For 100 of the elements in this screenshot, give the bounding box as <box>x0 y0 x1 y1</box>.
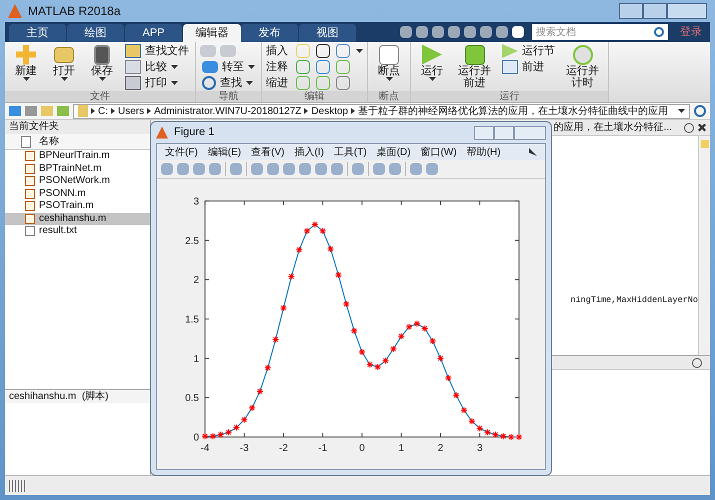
breadcrumb-item[interactable]: Users <box>118 104 144 118</box>
breadcrumb-arrow-icon <box>304 108 308 114</box>
breadcrumb-arrow-icon <box>91 108 95 114</box>
minimize-button[interactable] <box>619 3 643 19</box>
ribbon-tab[interactable]: 编辑器 <box>183 24 241 42</box>
data-marker <box>358 348 366 356</box>
tick-label: 2 <box>438 443 444 454</box>
ribbon-label[interactable]: 缩进 <box>266 74 290 92</box>
ribbon-button[interactable]: 运行并计时 <box>561 44 604 89</box>
ribbon-tab[interactable]: 视图 <box>299 24 357 42</box>
search-icon <box>654 27 664 37</box>
file-item[interactable]: result.txt <box>5 225 150 238</box>
matlab-logo-icon <box>156 126 168 138</box>
data-marker <box>390 345 397 352</box>
data-marker <box>272 336 280 343</box>
file-icon <box>21 136 31 148</box>
ribbon-tab[interactable]: 绘图 <box>67 24 125 42</box>
data-marker <box>452 392 460 399</box>
tick-label: 1 <box>193 354 199 365</box>
tick-label: 2 <box>193 275 199 286</box>
address-field[interactable]: C: Users Administrator.WIN7U-20180127Z Desktop 基于粒子群的神经网络优化算法的应用，在土壤水分特征曲线中的应用 <box>73 104 690 118</box>
ribbon-button[interactable]: 断点 <box>372 44 406 81</box>
breadcrumb-arrow-icon <box>351 108 356 114</box>
ribbon-tab[interactable]: 主页 <box>9 24 67 42</box>
ribbon-button[interactable]: 保存 <box>85 44 119 81</box>
text-file-icon <box>25 226 35 236</box>
data-marker <box>288 273 295 280</box>
menu-item[interactable]: 文件(F) <box>165 144 198 160</box>
caret-icon <box>678 109 685 113</box>
tick-label: 3 <box>193 196 199 208</box>
menu-item[interactable]: 桌面(D) <box>376 144 411 160</box>
window-title: MATLAB R2018a <box>28 3 120 20</box>
script-file-icon <box>25 214 35 224</box>
menu-item[interactable]: 帮助(H) <box>466 144 501 160</box>
ribbon-button[interactable]: 前进 <box>500 60 557 74</box>
data-marker <box>437 354 444 362</box>
close-button[interactable] <box>514 126 546 140</box>
data-marker <box>398 332 405 340</box>
menu-item[interactable]: 编辑(E) <box>208 144 242 160</box>
file-item[interactable]: ceshihanshu.m <box>5 212 150 225</box>
search-field[interactable]: 搜索文档 <box>532 24 654 40</box>
file-details: ceshihanshu.m (脚本) <box>5 389 150 403</box>
matlab-logo-icon <box>8 4 22 18</box>
ribbon-button[interactable]: 打印 <box>123 76 191 90</box>
group-label: 编辑 <box>262 91 367 102</box>
ribbon-label[interactable]: 注释 <box>266 58 290 76</box>
breadcrumb-item[interactable]: Desktop <box>311 104 348 118</box>
editor-title: 的应用，在土壤水分特征... <box>554 120 672 135</box>
file-item[interactable]: BPNeurlTrain.m <box>5 150 150 162</box>
tick-label: 2.5 <box>185 236 199 247</box>
maximize-button[interactable] <box>494 126 514 140</box>
close-icon[interactable] <box>698 124 706 132</box>
ribbon-tab[interactable]: APP <box>125 24 183 42</box>
ribbon-button[interactable]: 查找文件 <box>123 44 191 58</box>
ribbon-tab[interactable]: 发布 <box>241 24 299 42</box>
menu-item[interactable]: 窗口(W) <box>420 144 457 160</box>
ribbon-label[interactable]: 插入 <box>266 42 290 60</box>
tick-label: -2 <box>279 443 288 454</box>
data-marker <box>429 338 436 345</box>
breadcrumb-item[interactable]: Administrator.WIN7U-20180127Z <box>154 104 302 118</box>
data-marker <box>264 364 272 372</box>
data-marker <box>350 327 358 334</box>
search-icon[interactable] <box>694 105 706 117</box>
tick-label: -1 <box>318 443 328 454</box>
ribbon-button[interactable]: 转至 <box>200 60 257 74</box>
tick-label: 3 <box>476 443 483 454</box>
ribbon-button[interactable]: 运行并前进 <box>453 44 496 89</box>
ribbon-button[interactable]: 新建 <box>9 44 43 81</box>
data-marker <box>296 246 303 254</box>
ribbon-button[interactable]: 运行节 <box>500 44 557 58</box>
data-marker <box>248 404 256 412</box>
login-link[interactable]: 登录 <box>680 24 702 40</box>
menu-item[interactable]: 查看(V) <box>251 144 284 160</box>
data-marker <box>280 304 287 312</box>
help-icon[interactable] <box>512 26 524 38</box>
breadcrumb-arrow-icon <box>147 108 152 114</box>
close-button[interactable] <box>667 3 707 19</box>
ribbon-button[interactable]: 运行 <box>415 44 449 81</box>
file-item[interactable]: BPTrainNet.m <box>5 162 150 175</box>
breadcrumb-item[interactable]: C: <box>98 104 108 118</box>
minimize-button[interactable] <box>474 126 494 140</box>
tick-label: 1.5 <box>185 314 199 326</box>
menu-item[interactable]: 插入(I) <box>294 144 324 160</box>
tick-label: -4 <box>200 443 210 454</box>
ribbon-button[interactable]: 比较 <box>123 60 191 74</box>
tick-label: -3 <box>240 443 249 454</box>
file-item[interactable]: PSOTrain.m <box>5 200 150 212</box>
code-line: ningTime,MaxHiddenLayerNo <box>570 294 698 307</box>
file-item[interactable]: PSONetWork.m <box>5 175 150 188</box>
menu-item[interactable]: 工具(T) <box>334 144 367 160</box>
column-header[interactable]: 名称 <box>5 134 150 150</box>
file-item[interactable]: PSONN.m <box>5 188 150 200</box>
maximize-button[interactable] <box>643 3 667 19</box>
script-file-icon <box>25 151 35 162</box>
group-label: 文件 <box>5 91 195 102</box>
data-marker <box>460 406 468 414</box>
data-marker <box>334 271 342 278</box>
data-marker <box>256 388 264 395</box>
ribbon-button[interactable]: 打开 <box>47 44 81 81</box>
breadcrumb-item[interactable]: 基于粒子群的神经网络优化算法的应用，在土壤水分特征曲线中的应用 <box>358 104 668 118</box>
